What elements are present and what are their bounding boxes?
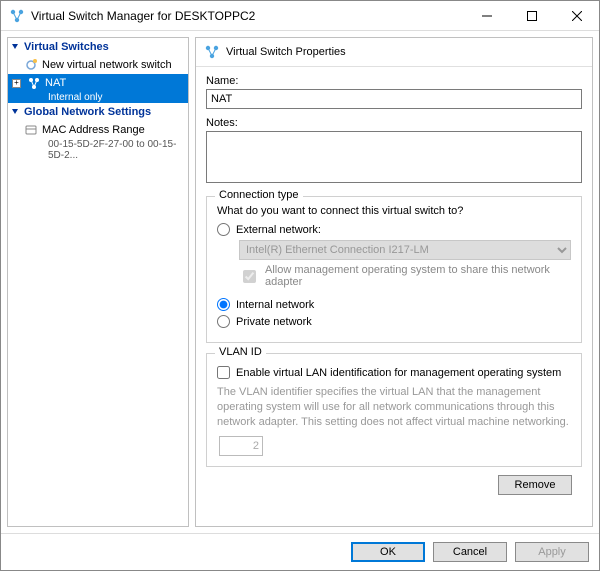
mac-range-icon	[24, 123, 38, 137]
expand-icon[interactable]: +	[12, 79, 21, 88]
vlan-group: VLAN ID Enable virtual LAN identificatio…	[206, 353, 582, 467]
apply-button[interactable]: Apply	[515, 542, 589, 562]
vlan-legend: VLAN ID	[215, 346, 266, 358]
sidebar-item-label: New virtual network switch	[42, 59, 172, 71]
connection-type-legend: Connection type	[215, 189, 303, 201]
window-title: Virtual Switch Manager for DESKTOPPC2	[31, 9, 464, 23]
internal-network-label: Internal network	[236, 299, 314, 311]
sidebar-item-subtext: 00-15-5D-2F-27-00 to 00-15-5D-2...	[8, 139, 188, 161]
new-switch-icon	[24, 58, 38, 72]
internal-network-radio-row[interactable]: Internal network	[217, 298, 571, 311]
external-network-radio-row[interactable]: External network:	[217, 223, 571, 236]
form: Name: Notes: Connection type What do you…	[196, 67, 592, 526]
vlan-enable-label: Enable virtual LAN identification for ma…	[236, 367, 561, 379]
notes-label: Notes:	[206, 117, 582, 129]
remove-row: Remove	[206, 467, 582, 495]
sidebar-item-subtext: Internal only	[8, 92, 188, 103]
switch-properties-icon	[204, 44, 220, 60]
remove-button[interactable]: Remove	[498, 475, 572, 495]
window: Virtual Switch Manager for DESKTOPPC2 Vi…	[0, 0, 600, 571]
name-input[interactable]	[206, 89, 582, 109]
allow-mgmt-checkbox	[243, 270, 256, 283]
sidebar-item-label: NAT	[45, 77, 66, 89]
switch-icon	[27, 76, 41, 90]
minimize-button[interactable]	[464, 1, 509, 30]
cancel-button[interactable]: Cancel	[433, 542, 507, 562]
maximize-button[interactable]	[509, 1, 554, 30]
main-header: Virtual Switch Properties	[196, 38, 592, 67]
notes-input[interactable]	[206, 131, 582, 183]
main-panel: Virtual Switch Properties Name: Notes: C…	[195, 37, 593, 527]
external-network-label: External network:	[236, 224, 321, 236]
private-network-radio-row[interactable]: Private network	[217, 315, 571, 328]
vlan-id-input	[219, 436, 263, 456]
external-network-radio[interactable]	[217, 223, 230, 236]
sidebar-item-new-switch[interactable]: New virtual network switch	[8, 56, 188, 74]
internal-network-radio[interactable]	[217, 298, 230, 311]
sidebar-item-label: MAC Address Range	[42, 124, 145, 136]
footer: OK Cancel Apply	[1, 533, 599, 570]
main-header-title: Virtual Switch Properties	[226, 46, 346, 58]
allow-mgmt-label: Allow management operating system to sha…	[265, 264, 571, 288]
name-label: Name:	[206, 75, 582, 87]
tree-header-global-settings[interactable]: Global Network Settings	[8, 103, 188, 121]
ok-button[interactable]: OK	[351, 542, 425, 562]
connection-prompt: What do you want to connect this virtual…	[217, 205, 571, 217]
window-controls	[464, 1, 599, 30]
allow-mgmt-row: Allow management operating system to sha…	[239, 264, 571, 288]
private-network-label: Private network	[236, 316, 312, 328]
external-adapter-select: Intel(R) Ethernet Connection I217-LM	[239, 240, 571, 260]
sidebar-item-mac-range[interactable]: MAC Address Range	[8, 121, 188, 139]
close-button[interactable]	[554, 1, 599, 30]
connection-type-group: Connection type What do you want to conn…	[206, 196, 582, 343]
private-network-radio[interactable]	[217, 315, 230, 328]
tree-header-virtual-switches[interactable]: Virtual Switches	[8, 38, 188, 56]
vlan-enable-checkbox[interactable]	[217, 366, 230, 379]
vlan-help-text: The VLAN identifier specifies the virtua…	[217, 385, 571, 430]
body: Virtual Switches New virtual network swi…	[1, 31, 599, 533]
sidebar-item-nat[interactable]: + NAT Internal only	[8, 74, 188, 103]
vlan-enable-row[interactable]: Enable virtual LAN identification for ma…	[217, 366, 571, 379]
titlebar: Virtual Switch Manager for DESKTOPPC2	[1, 1, 599, 31]
app-icon	[9, 8, 25, 24]
sidebar: Virtual Switches New virtual network swi…	[7, 37, 189, 527]
